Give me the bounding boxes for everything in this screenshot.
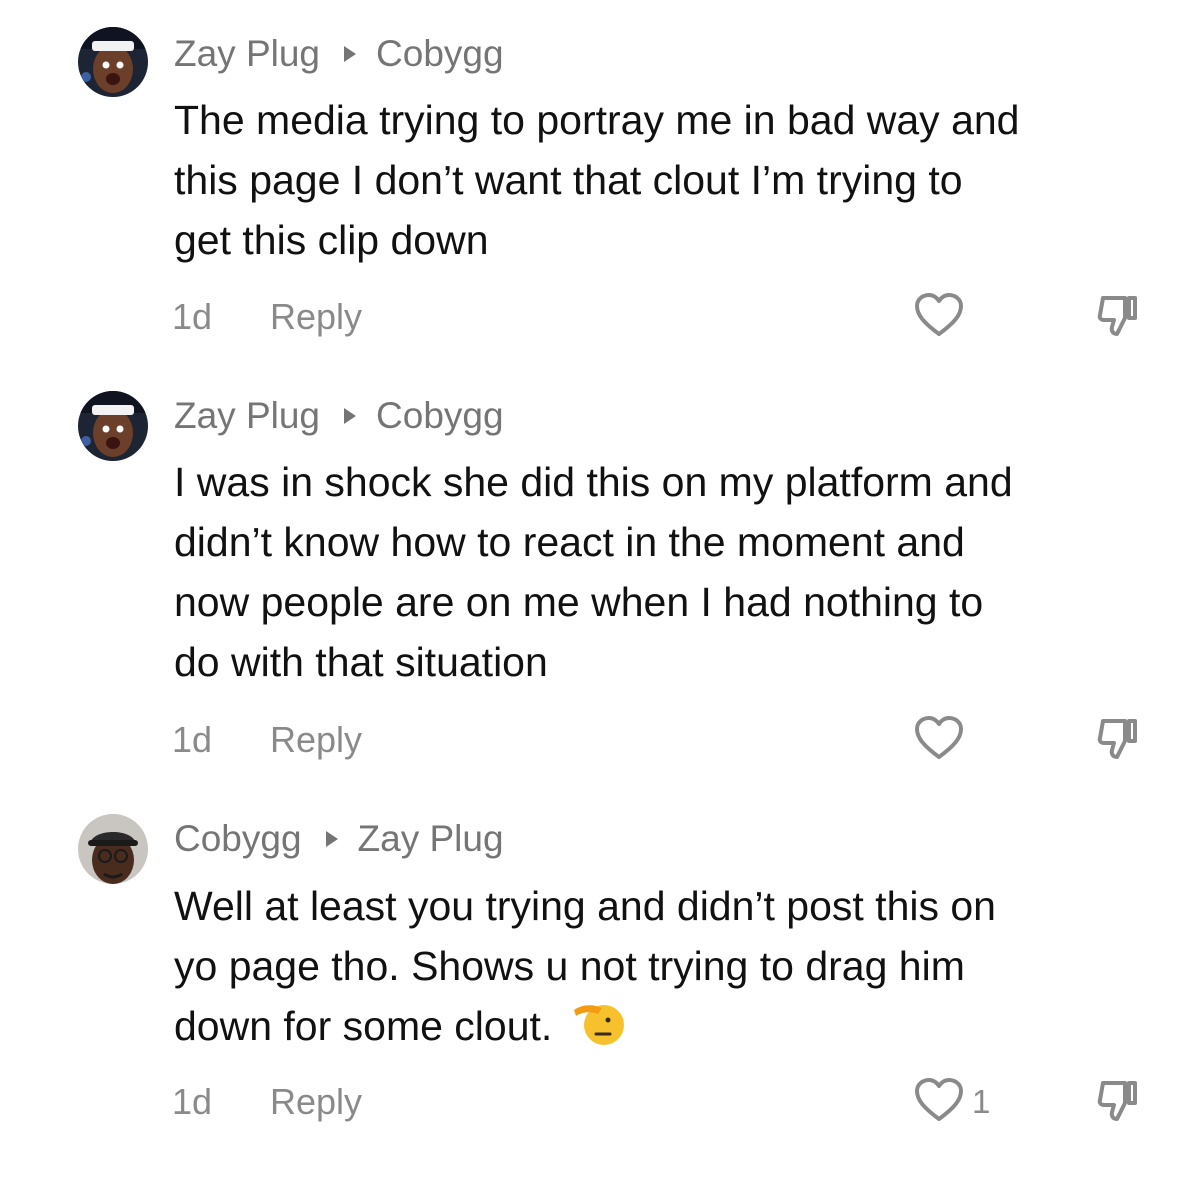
comment-header: Cobygg Zay Plug — [174, 815, 504, 863]
comment-text-line: Well at least you trying and didn’t post… — [174, 883, 996, 929]
comment-text-line: I was in shock she did this on my platfo… — [174, 459, 1013, 505]
comment-text: I was in shock she did this on my platfo… — [174, 452, 1174, 692]
comment-time: 1d — [172, 1081, 213, 1122]
comment-time: 1d — [172, 719, 213, 760]
reply-to-user[interactable]: Cobygg — [376, 33, 504, 75]
like-button[interactable] — [914, 715, 972, 765]
comment-text-line: down for some clout. — [174, 1003, 553, 1049]
comment-author[interactable]: Zay Plug — [174, 33, 320, 75]
avatar[interactable] — [78, 814, 148, 884]
thumbs-down-outline-icon — [1095, 715, 1141, 766]
comment-text-line: The media trying to portray me in bad wa… — [174, 97, 1020, 143]
comment-text-line: didn’t know how to react in the moment a… — [174, 519, 965, 565]
heart-outline-icon — [914, 715, 964, 766]
dislike-button[interactable] — [1092, 292, 1144, 342]
comment-text: The media trying to portray me in bad wa… — [174, 90, 1174, 270]
heart-outline-icon — [914, 1077, 964, 1128]
comment-text-line: do with that situation — [174, 639, 548, 685]
comment-text-line: get this clip down — [174, 217, 489, 263]
comment-meta: 1d Reply — [172, 1077, 362, 1127]
comment-author[interactable]: Zay Plug — [174, 395, 320, 437]
comment-header: Zay Plug Cobygg — [174, 392, 504, 440]
comment-time: 1d — [172, 296, 213, 337]
comment-meta: 1d Reply — [172, 292, 362, 342]
reply-button[interactable]: Reply — [270, 1081, 362, 1123]
caret-right-icon — [344, 408, 357, 424]
like-count: 1 — [972, 1083, 991, 1120]
comment-text-line: yo page tho. Shows u not trying to drag … — [174, 943, 965, 989]
saluting-face-icon — [568, 998, 626, 1064]
comment-text-line: this page I don’t want that clout I’m tr… — [174, 157, 963, 203]
like-button[interactable]: 1 — [914, 1077, 990, 1127]
comment-text: Well at least you trying and didn’t post… — [174, 876, 1174, 1064]
comment-text-line: now people are on me when I had nothing … — [174, 579, 984, 625]
thumbs-down-outline-icon — [1095, 292, 1141, 343]
avatar[interactable] — [78, 27, 148, 97]
like-button[interactable] — [914, 292, 972, 342]
comment-meta: 1d Reply — [172, 715, 362, 765]
reply-button[interactable]: Reply — [270, 296, 362, 338]
caret-right-icon — [344, 46, 357, 62]
dislike-button[interactable] — [1092, 1077, 1144, 1127]
comment-header: Zay Plug Cobygg — [174, 30, 504, 78]
reply-to-user[interactable]: Cobygg — [376, 395, 504, 437]
dislike-button[interactable] — [1092, 715, 1144, 765]
thumbs-down-outline-icon — [1095, 1077, 1141, 1128]
heart-outline-icon — [914, 292, 964, 343]
comment-text-line-with-emoji: down for some clout. — [174, 996, 1174, 1064]
reply-to-user[interactable]: Zay Plug — [358, 818, 504, 860]
avatar[interactable] — [78, 391, 148, 461]
comment-author[interactable]: Cobygg — [174, 818, 302, 860]
caret-right-icon — [325, 831, 338, 847]
reply-button[interactable]: Reply — [270, 719, 362, 761]
